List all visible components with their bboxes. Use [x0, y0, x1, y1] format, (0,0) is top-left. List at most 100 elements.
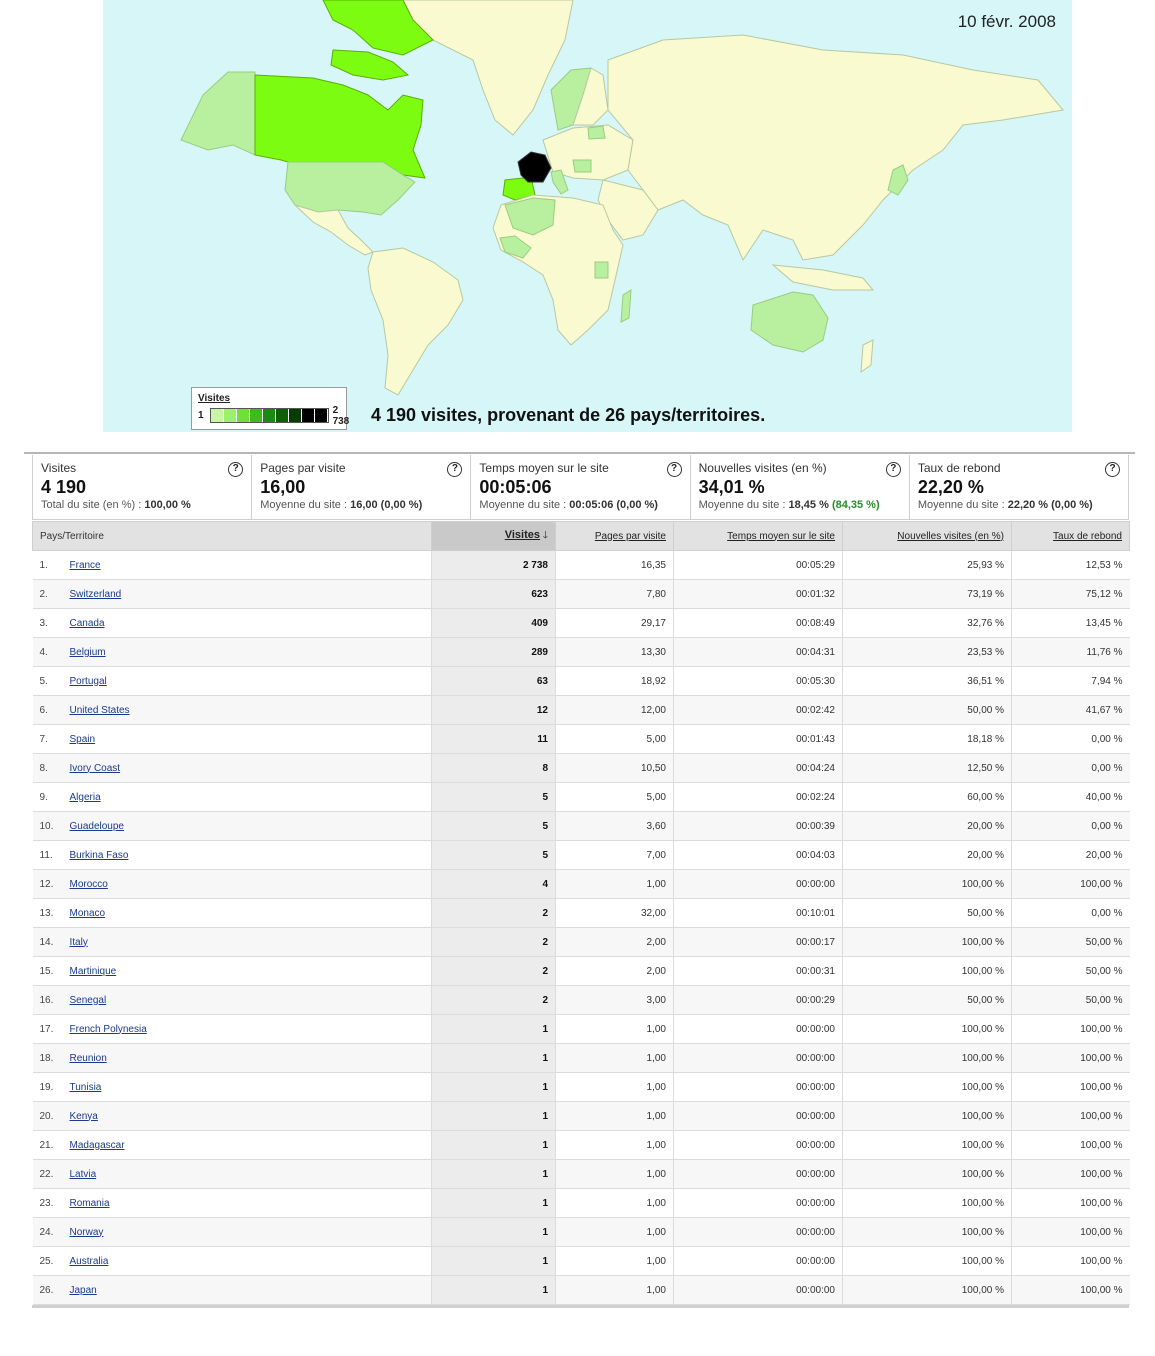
country-link[interactable]: Australia [70, 1256, 109, 1267]
pages-cell: 1,00 [555, 1275, 674, 1305]
help-icon[interactable]: ? [1105, 462, 1121, 477]
country-link[interactable]: United States [70, 705, 130, 716]
visits-cell: 11 [431, 724, 556, 754]
map-region-south-america[interactable] [367, 247, 464, 396]
country-link[interactable]: Senegal [70, 995, 107, 1006]
country-link[interactable]: Morocco [70, 879, 108, 890]
map-region-romania[interactable] [572, 159, 592, 173]
column-header-pages[interactable]: Pages par visite [555, 521, 674, 551]
country-link[interactable]: Japan [70, 1285, 97, 1296]
map-region-canada-islands-2[interactable] [330, 49, 410, 81]
country-link[interactable]: France [70, 560, 101, 571]
column-header-time[interactable]: Temps moyen sur le site [673, 521, 843, 551]
sort-time-link[interactable]: Temps moyen sur le site [727, 531, 835, 542]
new-visits-cell: 100,00 % [842, 1275, 1012, 1305]
country-link[interactable]: Tunisia [70, 1082, 102, 1093]
country-link[interactable]: Burkina Faso [70, 850, 129, 861]
map-region-new-zealand[interactable] [860, 339, 874, 374]
new-visits-cell: 50,00 % [842, 985, 1012, 1015]
metric-site-average: Moyenne du site : 22,20 % (0,00 %) [918, 499, 1120, 511]
table-scrollbar[interactable] [32, 1305, 1129, 1308]
metric-value: 34,01 % [698, 477, 765, 497]
metric-sub-value: 00:05:06 (0,00 %) [569, 499, 658, 511]
country-link[interactable]: Norway [70, 1227, 104, 1238]
sort-pages-link[interactable]: Pages par visite [595, 531, 666, 542]
bounce-cell: 100,00 % [1011, 869, 1130, 899]
country-link[interactable]: Latvia [70, 1169, 97, 1180]
legend-max: 2 738 [332, 404, 350, 427]
row-rank: 17. [39, 1023, 54, 1035]
country-link[interactable]: Switzerland [70, 589, 122, 600]
bounce-cell: 100,00 % [1011, 1159, 1130, 1189]
map-region-asia[interactable] [607, 34, 1064, 262]
country-link[interactable]: Guadeloupe [70, 821, 125, 832]
country-link[interactable]: Belgium [70, 647, 106, 658]
map-region-alaska[interactable] [180, 71, 256, 156]
visits-cell: 409 [431, 608, 556, 638]
legend-swatch [301, 409, 315, 422]
column-header-country: Pays/Territoire [32, 521, 432, 551]
new-visits-cell: 100,00 % [842, 956, 1012, 986]
country-link[interactable]: Portugal [70, 676, 107, 687]
new-visits-cell: 100,00 % [842, 1043, 1012, 1073]
map-region-indonesia[interactable] [771, 264, 875, 291]
time-cell: 00:05:30 [673, 666, 843, 696]
sort-arrow-icon: 🡓 [542, 529, 548, 541]
help-icon[interactable]: ? [885, 462, 901, 477]
country-link[interactable]: Spain [70, 734, 96, 745]
map-region-kenya[interactable] [594, 261, 609, 279]
table-row: 10. Guadeloupe 5 3,60 00:00:39 20,00 % 0,00 % [32, 811, 1130, 841]
column-header-bounce[interactable]: Taux de rebond [1011, 521, 1130, 551]
sort-new-visits-link[interactable]: Nouvelles visites (en %) [897, 531, 1004, 542]
metric-sub-value: 100,00 % [144, 499, 191, 511]
column-header-visits[interactable]: Visites 🡓 [431, 521, 556, 551]
time-cell: 00:01:43 [673, 724, 843, 754]
country-link[interactable]: French Polynesia [70, 1024, 147, 1035]
time-cell: 00:00:00 [673, 1130, 843, 1160]
map-region-mexico[interactable] [294, 204, 374, 256]
pages-cell: 3,00 [555, 985, 674, 1015]
country-link[interactable]: Monaco [70, 908, 106, 919]
column-header-new-visits[interactable]: Nouvelles visites (en %) [842, 521, 1012, 551]
map-region-france[interactable] [517, 151, 552, 183]
sort-visits-link[interactable]: Visites [505, 529, 540, 541]
metric-site-average: Moyenne du site : 00:05:06 (0,00 %) [479, 499, 681, 511]
visits-cell: 1 [431, 1072, 556, 1102]
table-row: 5. Portugal 63 18,92 00:05:30 36,51 % 7,94 % [32, 666, 1130, 696]
new-visits-cell: 50,00 % [842, 695, 1012, 725]
sort-bounce-link[interactable]: Taux de rebond [1053, 531, 1122, 542]
map-region-madagascar[interactable] [620, 289, 632, 323]
table-row: 1. France 2 738 16,35 00:05:29 25,93 % 12,53 % [32, 550, 1130, 580]
country-link[interactable]: Reunion [70, 1053, 107, 1064]
country-link[interactable]: Italy [70, 937, 88, 948]
visits-cell: 5 [431, 840, 556, 870]
country-link[interactable]: Canada [70, 618, 105, 629]
visits-cell: 12 [431, 695, 556, 725]
country-link[interactable]: Madagascar [70, 1140, 125, 1151]
map-region-greenland[interactable] [402, 0, 574, 136]
bounce-cell: 100,00 % [1011, 1217, 1130, 1247]
country-link[interactable]: Kenya [70, 1111, 98, 1122]
country-link[interactable]: Algeria [70, 792, 101, 803]
row-rank: 14. [39, 936, 54, 948]
metric-label: Visites [41, 461, 77, 475]
country-link[interactable]: Ivory Coast [70, 763, 121, 774]
country-link[interactable]: Romania [70, 1198, 110, 1209]
country-cell: 24. Norway [32, 1217, 432, 1247]
map-region-australia[interactable] [750, 291, 829, 353]
table-row: 15. Martinique 2 2,00 00:00:31 100,00 % 50,00 … [32, 956, 1130, 986]
pages-cell: 2,00 [555, 927, 674, 957]
map-region-latvia[interactable] [587, 125, 606, 140]
help-icon[interactable]: ? [666, 462, 682, 477]
country-link[interactable]: Martinique [70, 966, 117, 977]
time-cell: 00:08:49 [673, 608, 843, 638]
row-rank: 7. [39, 733, 48, 745]
map-region-usa[interactable] [284, 161, 416, 216]
metric-sub-label: Moyenne du site : [698, 499, 789, 511]
bounce-cell: 0,00 % [1011, 811, 1130, 841]
new-visits-cell: 100,00 % [842, 1014, 1012, 1044]
world-map[interactable] [103, 0, 1072, 432]
bounce-cell: 100,00 % [1011, 1246, 1130, 1276]
visits-cell: 2 [431, 956, 556, 986]
metric-label: Taux de rebond [917, 461, 1001, 475]
